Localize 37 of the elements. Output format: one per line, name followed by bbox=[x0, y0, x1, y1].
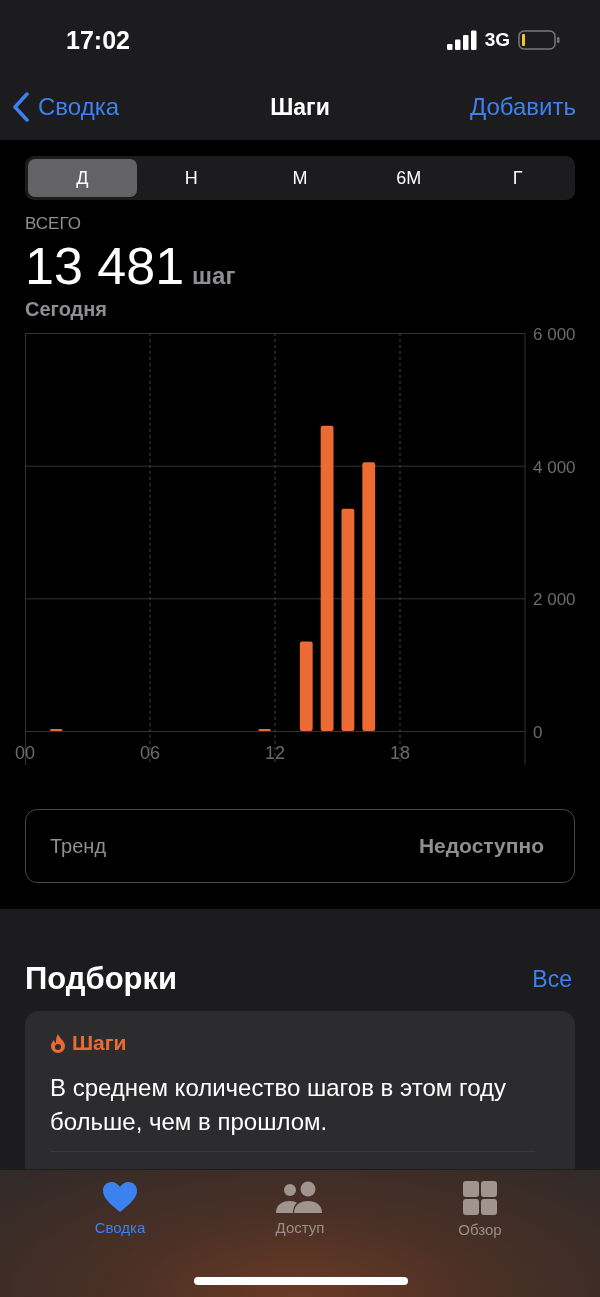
status-time: 17:02 bbox=[66, 25, 130, 55]
add-link[interactable]: Добавить bbox=[469, 93, 576, 121]
period-tab[interactable]: М bbox=[245, 159, 355, 197]
period-tab[interactable]: 6М bbox=[354, 159, 464, 197]
highlight-card[interactable]: Шаги В среднем количество шагов в этом году больше, чем в прошлом. bbox=[25, 1011, 575, 1169]
x-axis-label: 00 bbox=[15, 743, 35, 763]
x-axis-label: 06 bbox=[140, 743, 160, 763]
flame-icon bbox=[50, 1033, 66, 1053]
trend-card[interactable]: Тренд Недоступно bbox=[25, 809, 575, 883]
period-tab[interactable]: Д bbox=[28, 159, 137, 197]
date-label: Сегодня bbox=[25, 298, 109, 321]
total-caption: ВСЕГО bbox=[25, 214, 82, 234]
total-unit: шаг bbox=[192, 262, 236, 290]
section-title: Подборки bbox=[25, 961, 178, 997]
period-tab[interactable]: Н bbox=[136, 159, 246, 197]
battery-icon bbox=[518, 30, 560, 50]
back-link[interactable]: Сводка bbox=[12, 92, 119, 122]
nav-title: Шаги bbox=[270, 93, 330, 121]
y-axis-label: 2 000 bbox=[533, 590, 576, 610]
y-axis-label: 0 bbox=[533, 723, 543, 742]
total-value: 13 481 bbox=[25, 236, 185, 296]
card-category: Шаги bbox=[72, 1031, 127, 1055]
trend-value: Недоступно bbox=[418, 834, 544, 858]
chevron-left-icon bbox=[12, 92, 30, 122]
card-text: В среднем количество шагов в этом году больше, чем в прошлом. bbox=[50, 1071, 535, 1152]
period-tab[interactable]: Г bbox=[463, 159, 572, 197]
network-label: 3G bbox=[484, 29, 510, 51]
x-axis-label: 18 bbox=[390, 743, 410, 763]
show-all-link[interactable]: Все bbox=[532, 965, 572, 993]
y-axis-label: 4 000 bbox=[533, 457, 576, 477]
y-axis-label: 6 000 bbox=[533, 325, 576, 344]
trend-label: Тренд bbox=[50, 834, 107, 858]
tab-bar-item[interactable]: Обзор bbox=[425, 1180, 535, 1248]
tab-bar-item[interactable]: Сводка bbox=[65, 1180, 175, 1248]
x-axis-label: 12 bbox=[265, 743, 285, 763]
signal-icon bbox=[446, 30, 477, 50]
tab-bar-item[interactable]: Доступ bbox=[245, 1180, 355, 1248]
